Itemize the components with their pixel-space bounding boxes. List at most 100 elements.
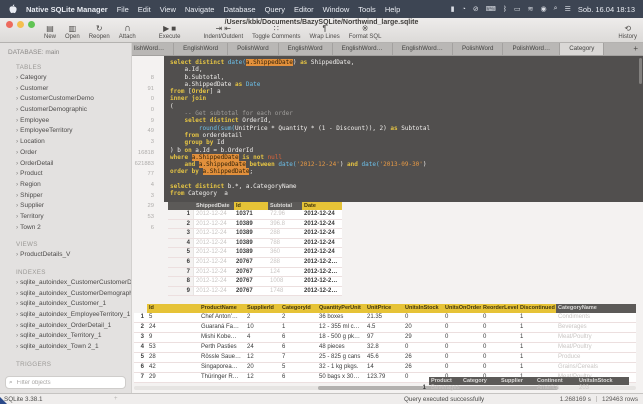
column-header-unitsonorder[interactable]: UnitsOnOrder <box>443 304 481 314</box>
column-header-unitsinstock[interactable]: UnitsInStock <box>577 377 629 385</box>
sidebar-item-sqlite-autoindex-orderdetail-1[interactable]: › sqlite_autoindex_OrderDetail_1 <box>0 321 131 332</box>
table-row[interactable]: 3 9 Mishi Kobe… 4 6 18 - 500 g pk… 97 29 0 0 1 Meat… <box>134 333 636 344</box>
wifi-icon[interactable]: ≋ <box>528 5 534 13</box>
table-row[interactable]: 1 Beverages America 203 <box>419 385 629 393</box>
table-row[interactable]: 1 2012-12-24 10371 72.96 2012-12-24 <box>168 210 342 220</box>
menu-file[interactable]: File <box>117 5 129 14</box>
menu-database[interactable]: Database <box>223 5 255 14</box>
tab-englishword-3[interactable]: EnglishWord <box>279 43 333 55</box>
sidebar-item-customer[interactable]: › Customer <box>0 84 131 95</box>
column-header-quantityperunit[interactable]: QuantityPerUnit <box>317 304 365 314</box>
sidebar-item-sqlite-autoindex-territory-1[interactable]: › sqlite_autoindex_Territory_1 <box>0 331 131 342</box>
column-header-product[interactable]: Product <box>429 377 461 385</box>
column-header-supplierid[interactable]: SupplierId <box>245 304 280 314</box>
spotlight-icon[interactable]: ⌕ <box>554 5 558 13</box>
menu-editor[interactable]: Editor <box>294 5 314 14</box>
tab-polishword-7[interactable]: PolishWord… <box>503 43 561 55</box>
column-header-unitprice[interactable]: UnitPrice <box>365 304 403 314</box>
reopen-button[interactable]: ↻ Reopen <box>89 24 110 40</box>
sidebar-item-sqlite-autoindex-employeeterritory-1[interactable]: › sqlite_autoindex_EmployeeTerritory_1 <box>0 310 131 321</box>
menu-clock[interactable]: Sob. 16.04 18:13 <box>578 5 635 14</box>
editor-scrollbar-thumb[interactable] <box>639 58 642 84</box>
tab-polishword-6[interactable]: PolishWord <box>453 43 504 55</box>
column-header-discontinued[interactable]: Discontinued <box>518 304 556 314</box>
table-row[interactable]: 6 42 Singaporea… 20 5 32 - 1 kg pkgs. 14 26 0 0 1 G… <box>134 363 636 374</box>
column-header-reorderlevel[interactable]: ReorderLevel <box>481 304 518 314</box>
sidebar-item-customerdemographic[interactable]: › CustomerDemographic <box>0 105 131 116</box>
notifications-off-icon[interactable]: ⊘ <box>473 5 479 13</box>
open-button[interactable]: ▥ Open <box>65 24 80 40</box>
table-row[interactable]: 4 53 Perth Pasties 24 6 48 pieces 32.8 0 0 0 1 Meat… <box>134 343 636 354</box>
section-triggers[interactable]: TRIGGERS <box>16 361 131 368</box>
indent-outdent-button[interactable]: ⇥ ⇤ Indent/Outdent <box>203 24 243 40</box>
splitter-handle-icon[interactable]: + <box>114 396 118 402</box>
user-icon[interactable]: ◉ <box>541 5 547 13</box>
menu-extra-icon[interactable]: ☰ <box>565 5 571 13</box>
section-tables[interactable]: TABLES <box>16 64 131 71</box>
tab-category-8[interactable]: Category <box>560 43 605 55</box>
sidebar-item-territory[interactable]: › Territory <box>0 212 131 223</box>
column-header-categoryname[interactable]: CategoryName <box>556 304 636 314</box>
menu-view[interactable]: View <box>160 5 176 14</box>
menu-help[interactable]: Help <box>385 5 400 14</box>
sidebar-item-location[interactable]: › Location <box>0 137 131 148</box>
menu-tools[interactable]: Tools <box>358 5 376 14</box>
tab-englishword-4[interactable]: EnglishWord… <box>333 43 393 55</box>
table-row[interactable]: 9 2012-12-24 20767 1748 2012-12-2… <box>168 286 342 297</box>
column-header-continent[interactable]: Continent <box>535 377 577 385</box>
table-row[interactable]: 3 2012-12-24 10389 288 2012-12-24 <box>168 229 342 239</box>
history-button[interactable]: ⟲ History <box>618 24 637 40</box>
table-row[interactable]: 2 24 Guaraná Fa… 10 1 12 - 355 ml c… 4.5 20 0 0 1 B… <box>134 323 636 334</box>
column-header-productname[interactable]: ProductName <box>199 304 245 314</box>
app-indicator-icon[interactable]: ▮ <box>451 5 455 13</box>
sidebar-item-region[interactable]: › Region <box>0 180 131 191</box>
column-header-categoryid[interactable]: CategoryId <box>280 304 317 314</box>
keyboard-icon[interactable]: ⌨ <box>486 5 496 13</box>
menu-window[interactable]: Window <box>323 5 350 14</box>
table-row[interactable]: 6 2012-12-24 20767 288 2012-12-2… <box>168 257 342 268</box>
tab-englishword-5[interactable]: EnglishWord… <box>393 43 453 55</box>
apple-menu-icon[interactable] <box>8 4 17 14</box>
sidebar-item-town-2[interactable]: › Town 2 <box>0 223 131 234</box>
menu-edit[interactable]: Edit <box>138 5 151 14</box>
column-header-id[interactable]: Id <box>234 202 268 210</box>
table-row[interactable]: 1 5 Chef Anton'… 2 2 36 boxes 21.35 0 0 0 1 Condime… <box>134 313 636 324</box>
column-header-category[interactable]: Category <box>461 377 499 385</box>
column-header-shippeddate[interactable]: ShippedDate <box>194 202 234 210</box>
column-header-id[interactable]: Id <box>147 304 199 314</box>
sidebar-item-orderdetail[interactable]: › OrderDetail <box>0 159 131 170</box>
tab-lishword-0[interactable]: lishWord… <box>132 43 175 55</box>
new-tab-button[interactable]: + <box>628 43 643 55</box>
table-row[interactable]: 5 2012-12-24 10389 360 2012-12-24 <box>168 248 342 258</box>
table-row[interactable]: 8 2012-12-24 20767 1008 2012-12-2… <box>168 277 342 287</box>
filter-objects-input[interactable] <box>14 378 122 387</box>
sidebar-item-employeeterritory[interactable]: › EmployeeTerritory <box>0 126 131 137</box>
table-row[interactable]: 4 2012-12-24 10389 788 2012-12-24 <box>168 238 342 249</box>
sidebar-item-sqlite-autoindex-town-2-1[interactable]: › sqlite_autoindex_Town 2_1 <box>0 342 131 353</box>
toggle-comments-button[interactable]: ∷ Toggle Comments <box>252 24 300 40</box>
attach-button[interactable]: ⊂ Attach <box>119 24 136 40</box>
column-header-date[interactable]: Date <box>302 202 342 210</box>
sidebar-item-sqlite-autoindex-customerdemographic-1[interactable]: ›sqlite_autoindex_CustomerDemographic_1 <box>0 289 131 300</box>
menu-query[interactable]: Query <box>265 5 285 14</box>
sidebar-item-employee[interactable]: › Employee <box>0 116 131 127</box>
sidebar-item-category[interactable]: › Category <box>0 73 131 84</box>
wrap-lines-button[interactable]: ¶ Wrap Lines <box>310 24 340 40</box>
tab-polishword-2[interactable]: PolishWord <box>228 43 279 55</box>
sidebar-item-productdetails-v[interactable]: › ProductDetails_V <box>0 250 131 261</box>
section-views[interactable]: VIEWS <box>16 241 131 248</box>
new-button[interactable]: ▤ New <box>44 24 56 40</box>
sidebar-item-order[interactable]: › Order <box>0 148 131 159</box>
sidebar-item-shipper[interactable]: › Shipper <box>0 191 131 202</box>
column-header-supplier[interactable]: Supplier <box>499 377 535 385</box>
tab-englishword-1[interactable]: EnglishWord <box>174 43 229 55</box>
sidebar-item-supplier[interactable]: › Supplier <box>0 201 131 212</box>
table-row[interactable]: 5 28 Rössle Saue… 12 7 25 - 825 g cans 45.6 26 0… <box>134 353 636 364</box>
sidebar-item-sqlite-autoindex-customercustomerdemo-1[interactable]: ›sqlite_autoindex_CustomerCustomerDemo_1 <box>0 278 131 289</box>
table-row[interactable]: 2 2012-12-24 10389 396.8 2012-12-24 <box>168 219 342 230</box>
column-header-unitsinstock[interactable]: UnitsInStock <box>403 304 443 314</box>
menu-navigate[interactable]: Navigate <box>185 5 215 14</box>
format-sql-button[interactable]: ※ Format SQL <box>349 24 382 40</box>
sidebar-item-sqlite-autoindex-customer-1[interactable]: › sqlite_autoindex_Customer_1 <box>0 299 131 310</box>
battery-icon[interactable]: ▭ <box>514 5 521 13</box>
